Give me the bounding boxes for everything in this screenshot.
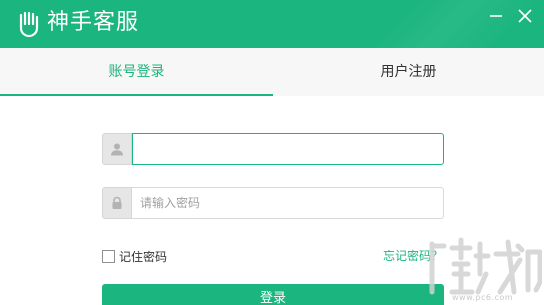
- title-bar: 神手客服: [0, 0, 544, 48]
- username-field: [102, 133, 444, 165]
- minimize-icon[interactable]: [486, 6, 506, 26]
- username-input[interactable]: [132, 133, 444, 165]
- watermark-logo: [429, 237, 542, 295]
- login-button[interactable]: 登录: [102, 284, 444, 305]
- tab-account-login[interactable]: 账号登录: [0, 48, 273, 96]
- lock-icon: [102, 187, 132, 219]
- active-tab-indicator: [0, 94, 273, 96]
- user-icon: [102, 133, 132, 165]
- close-icon[interactable]: [515, 6, 535, 26]
- password-input[interactable]: [132, 187, 444, 219]
- remember-checkbox[interactable]: [102, 249, 115, 263]
- watermark-url: www.pc6.com: [452, 293, 514, 302]
- hand-icon: [19, 11, 39, 37]
- tab-bar: 账号登录 用户注册: [0, 48, 544, 96]
- tab-user-register[interactable]: 用户注册: [273, 48, 544, 96]
- remember-label: 记住密码: [119, 249, 168, 264]
- window-title: 神手客服: [47, 10, 140, 35]
- password-field: [102, 187, 444, 219]
- remember-password[interactable]: 记住密码: [102, 247, 167, 265]
